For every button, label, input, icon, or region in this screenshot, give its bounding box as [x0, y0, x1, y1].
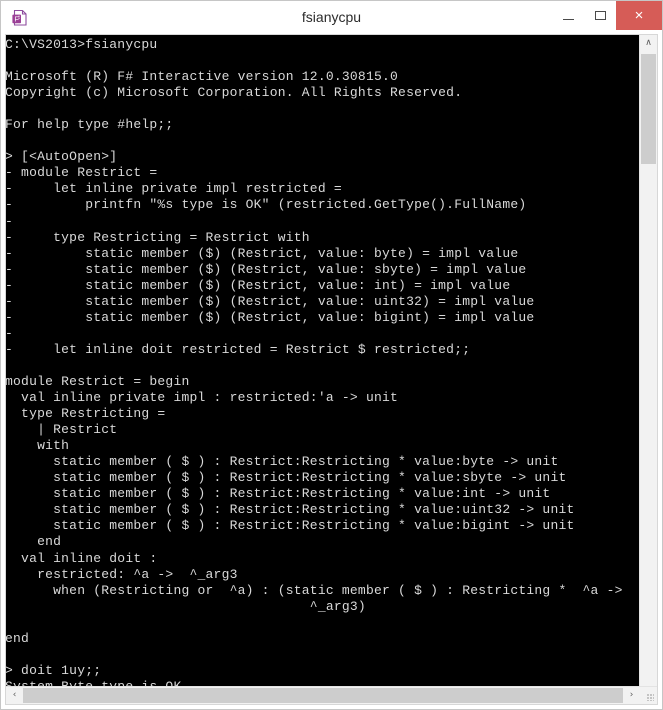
caption-buttons: × [552, 1, 662, 30]
scroll-right-arrow-icon[interactable]: › [623, 687, 640, 704]
client-area: C:\VS2013>fsianycpu Microsoft (R) F# Int… [5, 34, 658, 705]
minimize-button[interactable] [552, 1, 584, 30]
minimize-icon [562, 18, 574, 20]
horizontal-scrollbar-thumb[interactable] [23, 688, 623, 703]
horizontal-scrollbar[interactable]: ‹ › [6, 686, 657, 704]
console-output-area[interactable]: C:\VS2013>fsianycpu Microsoft (R) F# Int… [6, 35, 639, 686]
maximize-button[interactable] [584, 1, 616, 30]
console-row: C:\VS2013>fsianycpu Microsoft (R) F# Int… [6, 35, 657, 686]
title-bar[interactable]: F fsianycpu × [1, 1, 662, 34]
fsharp-script-file-icon: F [10, 8, 30, 28]
vertical-scrollbar[interactable]: ∧ [639, 35, 657, 686]
scroll-left-arrow-icon[interactable]: ‹ [6, 687, 23, 704]
close-icon: × [634, 7, 644, 24]
console-window: F fsianycpu × C:\VS2013>fsianycpu Micros… [0, 0, 663, 710]
scroll-up-arrow-icon[interactable]: ∧ [640, 35, 657, 52]
vertical-scrollbar-thumb[interactable] [641, 54, 656, 164]
console-text: C:\VS2013>fsianycpu Microsoft (R) F# Int… [6, 37, 623, 686]
resize-grip-icon[interactable] [640, 687, 657, 704]
close-button[interactable]: × [616, 1, 662, 30]
maximize-icon [594, 11, 606, 20]
